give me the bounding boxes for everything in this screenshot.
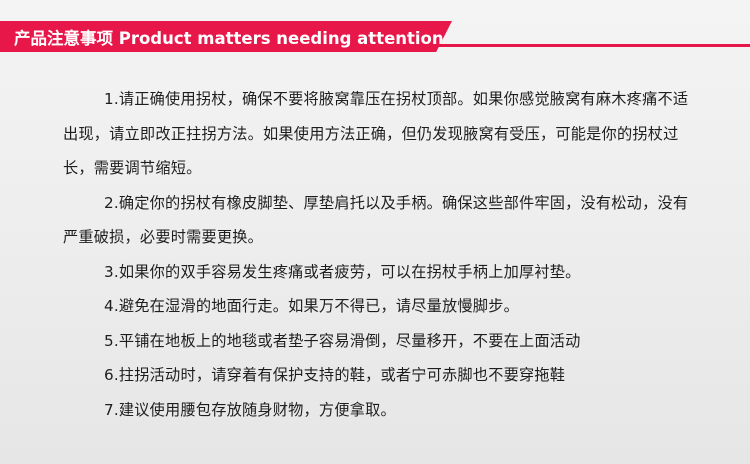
notice-item-5: 5.平铺在地板上的地毯或者垫子容易滑倒，尽量移开，不要在上面活动 <box>104 331 581 350</box>
notice-item-3: 3.如果你的双手容易发生疼痛或者疲劳，可以在拐杖手柄上加厚衬垫。 <box>104 262 581 281</box>
notice-item-6: 6.拄拐活动时，请穿着有保护支持的鞋，或者宁可赤脚也不要穿拖鞋 <box>104 366 566 384</box>
notice-item-1: 1.请正确使用拐杖，确保不要将腋窝靠压在拐杖顶部。如果你感觉腋窝有麻木疼痛不适出… <box>63 90 689 177</box>
header-tab: 产品注意事项 Product matters needing attention <box>0 21 452 52</box>
section-header: 产品注意事项 Product matters needing attention <box>0 18 750 52</box>
notice-list: 1.请正确使用拐杖，确保不要将腋窝靠压在拐杖顶部。如果你感觉腋窝有麻木疼痛不适出… <box>63 82 703 427</box>
notice-item-7: 7.建议使用腰包存放随身财物，方便拿取。 <box>104 400 396 419</box>
section-title: 产品注意事项 Product matters needing attention <box>14 28 444 48</box>
notice-item-4: 4.避免在湿滑的地面行走。如果万不得已，请尽量放慢脚步。 <box>104 297 519 315</box>
notice-item-2: 2.确定你的拐杖有橡皮脚垫、厚垫肩托以及手柄。确保这些部件牢固，没有松动，没有严… <box>63 193 689 247</box>
